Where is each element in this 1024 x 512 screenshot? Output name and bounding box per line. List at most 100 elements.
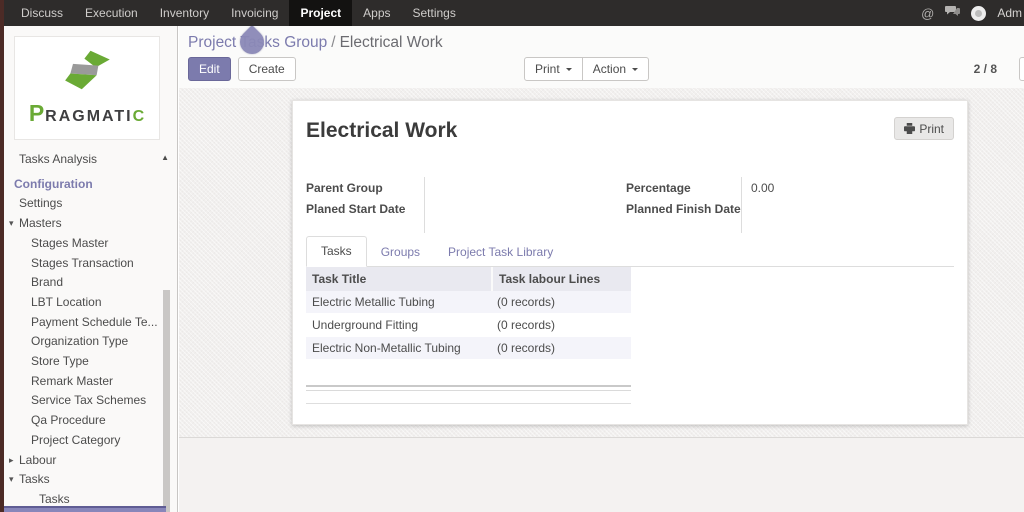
sidebar-item-label: Remark Master: [31, 373, 114, 388]
sidebar-item-label: LBT Location: [31, 294, 102, 309]
field-value-percentage[interactable]: 0.00: [741, 181, 774, 195]
sidebar-selected-item-partial[interactable]: [4, 506, 166, 512]
chat-icon[interactable]: [945, 4, 961, 22]
chevron-down-icon: [632, 68, 639, 74]
content-area: Project Tasks Group/Electrical Work Edit…: [179, 25, 1024, 512]
sidebar-item-label: Organization Type: [31, 334, 129, 349]
topbar-menu-project[interactable]: Project: [289, 0, 353, 26]
sidebar-item-label: Configuration: [14, 176, 93, 191]
table-cell: Underground Fitting: [312, 318, 419, 332]
sidebar-item-stages-transaction[interactable]: Stages Transaction: [4, 254, 177, 274]
form-sheet: Electrical Work Print Parent Group Plane…: [292, 100, 968, 425]
sidebar-item-label: Brand: [31, 275, 64, 290]
topbar-menu-discuss[interactable]: Discuss: [10, 0, 74, 26]
sidebar-section-configuration: Configuration: [4, 175, 177, 195]
sidebar-item-qa-procedure[interactable]: Qa Procedure: [4, 411, 177, 431]
printer-icon: [904, 123, 916, 134]
form-view-background: Electrical Work Print Parent Group Plane…: [179, 88, 1024, 437]
table-cell: Electric Metallic Tubing: [312, 295, 435, 309]
table-cell: (0 records): [497, 318, 556, 332]
sheet-divider-line: [306, 403, 631, 404]
sidebar-item-tasks[interactable]: ▾ Tasks: [4, 470, 177, 490]
user-name[interactable]: Adm: [997, 6, 1022, 20]
chevron-down-icon: [565, 68, 572, 74]
chevron-right-icon[interactable]: ▸: [9, 451, 14, 471]
chevron-down-icon[interactable]: ▾: [9, 470, 14, 490]
sheet-divider-line: [306, 390, 631, 391]
topbar-right: @ Adm: [921, 0, 1024, 26]
table-row[interactable]: Electric Non-Metallic Tubing (0 records): [306, 337, 631, 360]
sidebar-item-label: Stages Transaction: [31, 255, 134, 270]
sidebar-item-stages-master[interactable]: Stages Master: [4, 234, 177, 254]
logo-mark-icon: [15, 47, 159, 98]
breadcrumb-separator: /: [331, 34, 336, 51]
action-dropdown-button[interactable]: Action: [581, 57, 650, 81]
print-dropdown-button[interactable]: Print: [524, 57, 583, 81]
pager-counter: 2 / 8: [973, 62, 997, 76]
sidebar-item-brand[interactable]: Brand: [4, 273, 177, 293]
user-avatar[interactable]: [971, 5, 987, 21]
table-row[interactable]: Underground Fitting (0 records): [306, 314, 631, 337]
field-label-planned-finish-date: Planned Finish Date: [626, 201, 741, 216]
sidebar-item-settings[interactable]: Settings: [4, 194, 177, 214]
sidebar-item-label: Service Tax Schemes: [31, 393, 147, 408]
record-title: Electrical Work: [306, 119, 458, 142]
sidebar-item-lbt-location[interactable]: LBT Location: [4, 293, 177, 313]
topbar-menu-execution[interactable]: Execution: [74, 0, 149, 26]
breadcrumb-current: Electrical Work: [339, 34, 443, 51]
sidebar-item-label: Tasks: [39, 491, 70, 506]
sidebar-item-label: Tasks Analysis: [19, 152, 98, 166]
tab-tasks[interactable]: Tasks: [306, 236, 367, 267]
sidebar: PRAGMATIC ▲ Tasks Analysis Configuration S…: [4, 26, 178, 512]
sheet-divider-line: [306, 385, 631, 387]
logo-letter-last: C: [132, 108, 146, 125]
column-header-task-labour-lines: Task labour Lines: [491, 267, 631, 291]
sidebar-item-label: Labour: [19, 452, 57, 467]
sidebar-item-label: Project Category: [31, 432, 121, 447]
sheet-print-label: Print: [919, 121, 944, 136]
tab-project-task-library[interactable]: Project Task Library: [434, 238, 567, 267]
print-dropdown-label: Print: [535, 62, 560, 76]
topbar-menu-invoicing[interactable]: Invoicing: [220, 0, 289, 26]
sidebar-item-label: Tasks: [19, 472, 50, 487]
sidebar-item-organization-type[interactable]: Organization Type: [4, 332, 177, 352]
topbar-menu: Discuss Execution Inventory Invoicing Projec…: [10, 0, 467, 26]
content-footer-strip: [179, 437, 1024, 512]
topbar-menu-inventory[interactable]: Inventory: [149, 0, 220, 26]
tab-groups[interactable]: Groups: [367, 238, 434, 267]
sidebar-item-tasks-analysis[interactable]: Tasks Analysis: [4, 150, 177, 170]
sidebar-scrollbar[interactable]: [163, 290, 170, 512]
sidebar-item-masters[interactable]: ▾ Masters: [4, 214, 177, 234]
task-table: Task Title Task labour Lines Electric Met…: [306, 267, 631, 360]
create-button[interactable]: Create: [237, 57, 296, 81]
sidebar-item-label: Store Type: [31, 354, 89, 369]
topbar: Discuss Execution Inventory Invoicing Projec…: [0, 0, 1024, 26]
company-logo: PRAGMATIC: [14, 36, 160, 140]
sidebar-item-label: Payment Schedule Te...: [31, 314, 158, 329]
sidebar-item-service-tax-schemes[interactable]: Service Tax Schemes: [4, 391, 177, 411]
mention-icon[interactable]: @: [921, 6, 934, 21]
field-group-right: Percentage 0.00 Planned Finish Date: [626, 177, 926, 233]
table-row[interactable]: Electric Metallic Tubing (0 records): [306, 291, 631, 314]
sidebar-item-labour[interactable]: ▸ Labour: [4, 451, 177, 471]
sidebar-item-label: Settings: [19, 196, 63, 211]
sidebar-item-store-type[interactable]: Store Type: [4, 352, 177, 372]
sidebar-item-payment-schedule-te[interactable]: Payment Schedule Te...: [4, 313, 177, 333]
control-panel-buttons: Edit Create: [188, 57, 296, 81]
control-panel: Project Tasks Group/Electrical Work Edit…: [179, 25, 1024, 88]
sheet-print-button[interactable]: Print: [894, 117, 954, 140]
chevron-down-icon[interactable]: ▾: [9, 214, 14, 234]
breadcrumb: Project Tasks Group/Electrical Work: [188, 34, 443, 52]
topbar-menu-settings[interactable]: Settings: [402, 0, 467, 26]
field-label-planed-start-date: Planed Start Date: [306, 201, 406, 216]
pager-previous-button[interactable]: [1019, 57, 1024, 81]
sidebar-item-remark-master[interactable]: Remark Master: [4, 372, 177, 392]
edit-button[interactable]: Edit: [188, 57, 231, 81]
label-value-divider: [741, 177, 742, 233]
window-edge-stripe: [0, 0, 4, 512]
action-dropdown-label: Action: [592, 62, 627, 76]
touch-cursor-indicator: [235, 25, 269, 59]
topbar-menu-apps[interactable]: Apps: [352, 0, 401, 26]
sidebar-item-project-category[interactable]: Project Category: [4, 431, 177, 451]
field-label-parent-group: Parent Group: [306, 180, 383, 195]
